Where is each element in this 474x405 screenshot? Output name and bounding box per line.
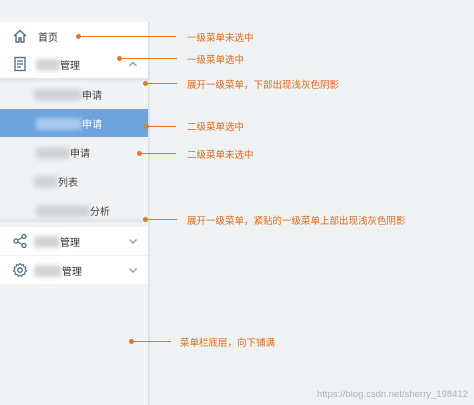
menu-item-manage-3[interactable]: 管理 xyxy=(0,256,148,284)
chevron-down-icon[interactable] xyxy=(128,265,138,275)
submenu-item-4[interactable]: 列表 xyxy=(0,167,148,195)
annotation-line xyxy=(133,341,171,342)
chevron-up-icon[interactable] xyxy=(128,59,138,69)
submenu-item-1[interactable]: 申请 xyxy=(0,80,148,108)
redacted-text xyxy=(36,205,90,217)
submenu-item-2-selected[interactable]: 申请 xyxy=(0,109,148,137)
watermark: https://blog.csdn.net/sherry_198412 xyxy=(316,389,468,400)
sidebar: 首页 管理 申请 申请 申请 列表 分析 管理 管理 xyxy=(0,0,150,405)
menu-item-manage-1[interactable]: 管理 xyxy=(0,50,148,78)
submenu-item-4-label: 列表 xyxy=(58,177,78,189)
chevron-down-icon[interactable] xyxy=(128,236,138,246)
menu-item-manage-3-label: 管理 xyxy=(62,266,82,278)
annotation-line xyxy=(147,219,177,220)
annotation-line xyxy=(148,126,176,127)
submenu-item-1-label: 申请 xyxy=(82,90,102,102)
menu-item-manage-2-label: 管理 xyxy=(60,237,80,249)
annotation-6: 展开一级菜单，紧贴的一级菜单上部出现浅灰色阴影 xyxy=(187,216,406,227)
redacted-text xyxy=(34,236,60,248)
screenshot: 首页 管理 申请 申请 申请 列表 分析 管理 管理 一级菜单未选中 一级菜单选… xyxy=(0,0,474,405)
redacted-text xyxy=(36,147,70,159)
annotation-2: 一级菜单选中 xyxy=(187,55,245,66)
submenu-item-3-label: 申请 xyxy=(70,148,90,160)
annotation-3: 展开一级菜单，下部出现浅灰色阴影 xyxy=(187,80,340,91)
home-icon xyxy=(13,29,27,43)
redacted-text xyxy=(36,59,60,71)
submenu-item-3[interactable]: 申请 xyxy=(0,138,148,166)
annotation-1: 一级菜单未选中 xyxy=(187,33,254,44)
document-icon xyxy=(14,56,26,72)
menu-item-manage-1-label: 管理 xyxy=(60,60,80,72)
annotation-line xyxy=(80,36,176,37)
expanded-shadow-bottom xyxy=(0,217,148,222)
redacted-text xyxy=(34,176,58,188)
redacted-text xyxy=(34,89,82,101)
share-icon xyxy=(13,233,27,249)
annotation-5: 二级菜单未选中 xyxy=(187,150,254,161)
annotation-4: 二级菜单选中 xyxy=(187,122,245,133)
annotation-line xyxy=(147,83,177,84)
gear-icon xyxy=(12,262,28,277)
annotation-7: 菜单栏底层，向下铺满 xyxy=(180,338,276,349)
annotation-line xyxy=(141,153,176,154)
sidebar-edge-shadow xyxy=(148,22,150,405)
menu-item-manage-2[interactable]: 管理 xyxy=(0,227,148,255)
annotation-line xyxy=(121,58,177,59)
redacted-text xyxy=(36,118,82,130)
menu-item-home-label: 首页 xyxy=(38,32,58,44)
submenu-item-2-label: 申请 xyxy=(82,119,102,131)
redacted-text xyxy=(34,265,62,277)
submenu-item-5-label: 分析 xyxy=(90,206,110,218)
